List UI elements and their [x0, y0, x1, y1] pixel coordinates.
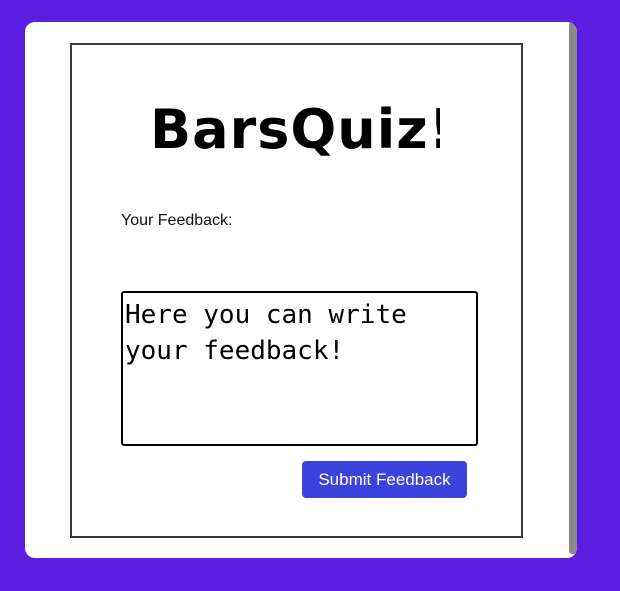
logo-text: BarsQuiz! [150, 98, 440, 160]
app-window: BarsQuiz! Your Feedback: Submit Feedback [25, 22, 577, 558]
barsquiz-logo: BarsQuiz! [150, 98, 440, 160]
feedback-textarea[interactable] [121, 291, 478, 446]
scrollbar[interactable] [569, 22, 577, 554]
feedback-card: BarsQuiz! Your Feedback: Submit Feedback [70, 43, 523, 538]
feedback-label: Your Feedback: [121, 212, 233, 229]
submit-feedback-button[interactable]: Submit Feedback [302, 461, 467, 498]
